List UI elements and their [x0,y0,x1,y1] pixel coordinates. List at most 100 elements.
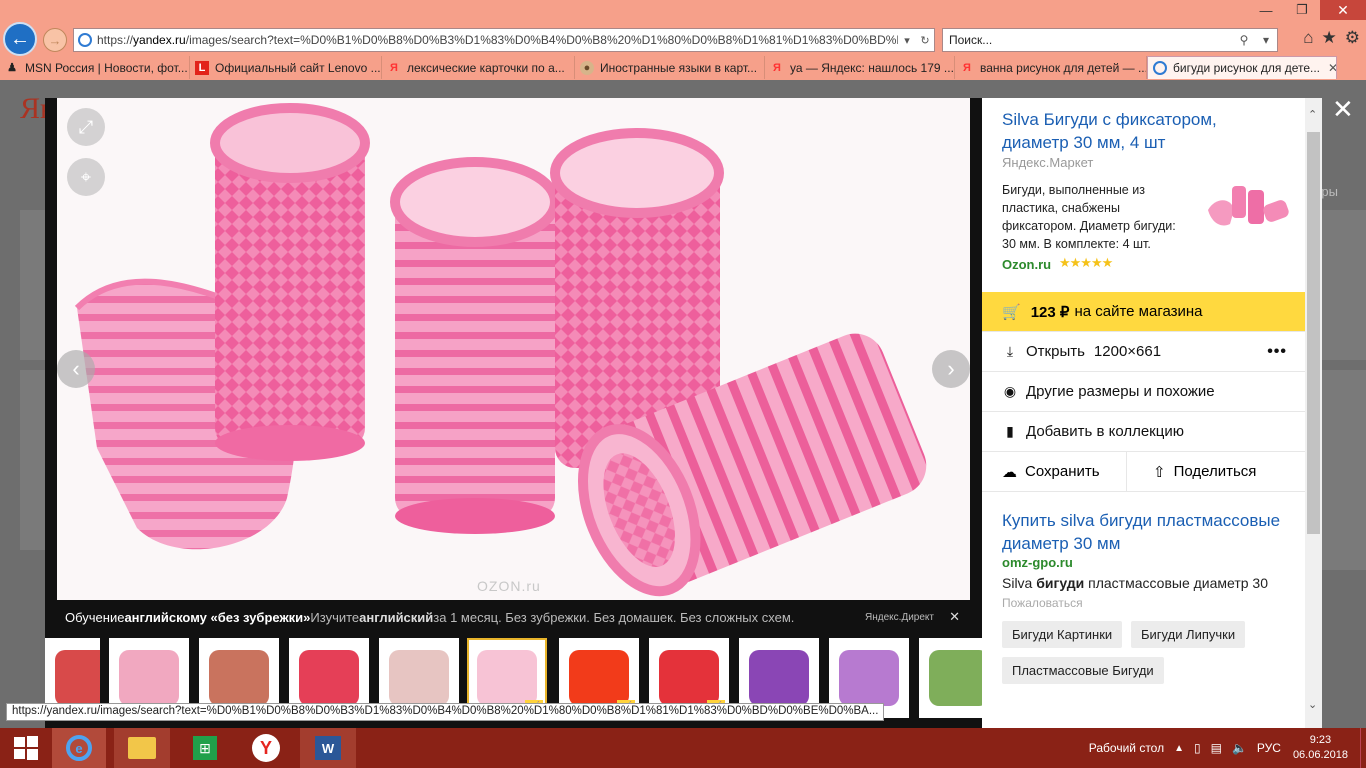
taskbar-explorer[interactable] [114,728,170,768]
cart-icon: 🛒 [1002,303,1021,321]
thumbnail-image [659,650,719,706]
start-button[interactable] [6,728,46,768]
info-panel: Silva Бигуди с фиксатором, диаметр 30 мм… [982,98,1322,728]
ad-title-link[interactable]: Купить silva бигуди пластмассовые диамет… [1002,509,1292,555]
panel-scrollbar[interactable]: ⌃ ⌄ [1305,98,1322,728]
main-image[interactable]: OZON.ru ⤢ ⌖ ‹ › [57,98,970,600]
close-viewer-button[interactable]: ✕ [1332,94,1354,125]
background-result-image [20,210,45,360]
volume-icon[interactable]: 🔈 [1232,741,1247,755]
add-to-collection-button[interactable]: ▮ Добавить в коллекцию [982,411,1305,451]
taskbar-yandex-browser[interactable]: Y [240,728,292,768]
address-bar[interactable]: https://yandex.ru/images/search?text=%D0… [73,28,935,52]
similar-images-button[interactable]: ◉ Другие размеры и похожие [982,371,1305,411]
signal-icon[interactable]: ▤ [1211,741,1222,755]
ad-snippet: Silva бигуди пластмассовые диаметр 30 [1002,575,1268,591]
scrollbar-thumb[interactable] [1307,132,1320,534]
direct-ad-banner[interactable]: Обучение английскому «без зубрежки» Изуч… [57,600,970,634]
taskbar-word[interactable]: W [300,728,356,768]
close-tab-icon[interactable]: ✕ [1328,61,1336,75]
yandex-icon: Я [773,61,781,74]
arrow-left-icon: ← [10,27,30,50]
word-icon: W [315,736,341,760]
buy-button[interactable]: 🛒 123 ₽ на сайте магазина [982,292,1305,331]
ie-icon [78,33,92,47]
thumbnail-image [929,650,982,706]
open-image-button[interactable]: ⤓ Открыть 1200×661 ••• [982,331,1305,371]
dropdown-icon[interactable]: ▾ [898,34,916,47]
related-chip[interactable]: Бигуди Липучки [1131,621,1246,648]
product-thumbnail[interactable] [1204,180,1292,234]
favorites-star-icon[interactable]: ★ [1322,28,1337,48]
tab-lexical-cards[interactable]: Я лексические карточки по а... [382,56,575,79]
related-chip[interactable]: Пластмассовые Бигуди [1002,657,1164,684]
product-source[interactable]: Яндекс.Маркет [1002,155,1093,170]
search-dropdown-icon[interactable]: ▾ [1255,33,1277,47]
previous-image-button[interactable]: ‹ [57,350,95,388]
back-button[interactable]: ← [3,22,37,56]
product-title-link[interactable]: Silva Бигуди с фиксатором, диаметр 30 мм… [1002,108,1282,154]
clock[interactable]: 9:23 06.06.2018 [1293,733,1348,763]
background-result-image [20,370,45,550]
taskbar: e ⊞ Y W Рабочий стол ▲ ▯ ▤ 🔈 РУС 9:23 06… [0,728,1366,768]
related-chip[interactable]: Бигуди Картинки [1002,621,1123,648]
browser-chrome: — ❐ ✕ ← → https://yandex.ru/images/searc… [0,0,1366,80]
tab-curlers-drawing[interactable]: бигуди рисунок для дете... ✕ [1147,56,1337,79]
search-icon[interactable]: ⚲ [1233,33,1255,47]
home-icon[interactable]: ⌂ [1303,28,1313,48]
arrow-right-icon: → [48,32,62,48]
taskbar-store[interactable]: ⊞ [180,728,230,768]
complain-link[interactable]: Пожаловаться [1002,596,1083,610]
forward-button[interactable]: → [43,28,67,52]
windows-icon [14,736,38,760]
close-window-button[interactable]: ✕ [1320,0,1366,20]
scroll-down-icon[interactable]: ⌄ [1308,698,1317,711]
folder-icon [128,737,156,759]
store-icon: ⊞ [193,736,217,760]
search-input[interactable]: Поиск... [949,33,1233,47]
scroll-up-icon[interactable]: ⌃ [1308,108,1317,121]
url-domain: yandex.ru [133,33,186,47]
window-controls: — ❐ ✕ [1248,0,1366,22]
show-desktop-button[interactable] [1360,728,1366,768]
language-indicator[interactable]: РУС [1257,741,1281,755]
product-description: Бигуди, выполненные из пластика, снабжен… [1002,183,1176,251]
more-sizes-icon[interactable]: ••• [1267,343,1287,361]
tray-arrow-icon[interactable]: ▲ [1174,743,1184,754]
browser-toolbar-icons: ⌂ ★ ⚙ [1303,28,1360,48]
background-result-image [1322,370,1366,570]
thumbnail[interactable] [919,638,982,718]
crop-button[interactable]: ⌖ [67,158,105,196]
fullscreen-button[interactable]: ⤢ [67,108,105,146]
share-icon: ⇧ [1153,463,1166,481]
status-url: https://yandex.ru/images/search?text=%D0… [6,703,885,721]
battery-icon[interactable]: ▯ [1194,741,1201,755]
yandex-icon: Я [390,61,398,74]
thumbnail-image [119,650,179,706]
system-tray: Рабочий стол ▲ ▯ ▤ 🔈 РУС 9:23 06.06.2018 [1089,728,1366,768]
shop-link[interactable]: Ozon.ru [1002,257,1051,272]
share-button[interactable]: ⇧ Поделиться [1127,451,1305,491]
price: 123 ₽ [1030,303,1070,321]
tab-label: лексические карточки по а... [407,60,565,75]
restore-button[interactable]: ❐ [1284,0,1320,20]
tab-label: бигуди рисунок для дете... [1173,61,1321,75]
ad-text: Изучите [310,609,360,625]
tab-bath-drawing[interactable]: Я ванна рисунок для детей — ... [955,56,1147,79]
address-text[interactable]: https://yandex.ru/images/search?text=%D0… [97,33,898,47]
tab-lenovo[interactable]: L Официальный сайт Lenovo ... [190,56,382,79]
next-image-button[interactable]: › [932,350,970,388]
settings-gear-icon[interactable]: ⚙ [1345,28,1360,48]
browser-search-box[interactable]: Поиск... ⚲ ▾ [942,28,1278,52]
tab-yandex-ua[interactable]: Я уа — Яндекс: нашлось 179 ... [765,56,955,79]
tab-msn[interactable]: ♟ MSN Россия | Новости, фот... [0,56,190,79]
refresh-icon[interactable]: ↻ [916,34,934,47]
taskbar-ie[interactable]: e [52,728,106,768]
close-ad-icon[interactable]: ✕ [949,609,960,625]
ad-url-link[interactable]: omz-gpo.ru [1002,555,1073,570]
tab-foreign-languages[interactable]: ● Иностранные языки в карт... [575,56,765,79]
save-button[interactable]: ☁ Сохранить [982,451,1127,491]
desktop-label[interactable]: Рабочий стол [1089,741,1164,755]
minimize-button[interactable]: — [1248,0,1284,20]
thumbnail-image [477,650,537,706]
